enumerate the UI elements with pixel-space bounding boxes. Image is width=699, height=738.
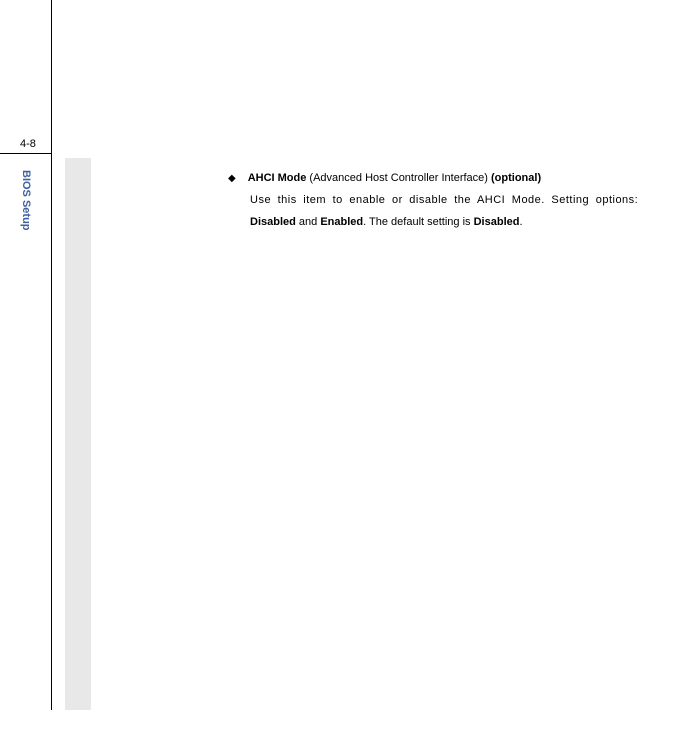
content-area: ◆ AHCI Mode (Advanced Host Controller In… xyxy=(228,167,699,233)
vertical-divider xyxy=(51,0,52,710)
bullet-icon: ◆ xyxy=(228,169,236,189)
item-title: AHCI Mode (Advanced Host Controller Inte… xyxy=(248,167,541,189)
text-after-enabled: . The default setting is xyxy=(363,216,473,228)
option-disabled: Disabled xyxy=(250,216,296,228)
default-disabled: Disabled xyxy=(474,216,520,228)
text-and: and xyxy=(296,216,320,228)
text-period: . xyxy=(519,216,522,228)
title-bold-2: (optional) xyxy=(491,172,541,184)
sidebar-section-label: BIOS Setup xyxy=(20,170,32,231)
bullet-item: ◆ AHCI Mode (Advanced Host Controller In… xyxy=(228,167,699,189)
body-line-2: Disabled and Enabled. The default settin… xyxy=(250,211,699,233)
sidebar-gray-bar xyxy=(65,158,91,710)
page-number: 4-8 xyxy=(20,138,36,150)
horizontal-divider xyxy=(0,153,51,154)
option-enabled: Enabled xyxy=(320,216,363,228)
title-bold-1: AHCI Mode xyxy=(248,172,307,184)
body-line-1: Use this item to enable or disable the A… xyxy=(250,189,699,211)
title-regular: (Advanced Host Controller Interface) xyxy=(306,172,491,184)
